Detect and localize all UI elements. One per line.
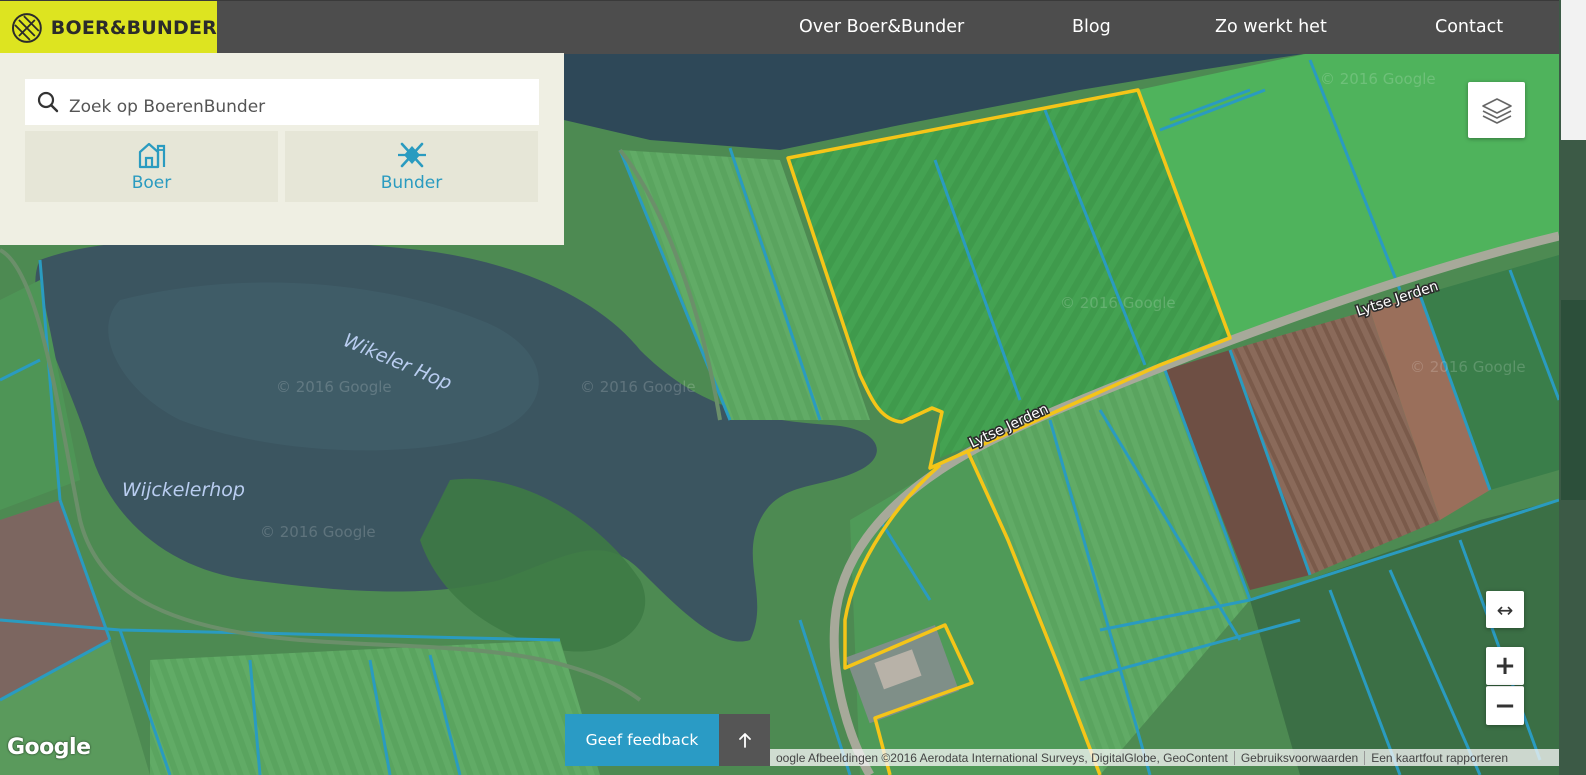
boer-button[interactable]: Boer (25, 131, 278, 202)
layers-button[interactable] (1468, 82, 1525, 138)
attribution-text: oogle Afbeeldingen ©2016 Aerodata Intern… (776, 750, 1228, 765)
search-input[interactable] (67, 86, 531, 118)
search-icon (37, 91, 59, 113)
logo-icon (11, 12, 42, 43)
lake-label-wijckelerhop: Wijckelerhop (122, 479, 245, 501)
window-edge (1559, 0, 1586, 775)
field-bottom (150, 640, 600, 775)
zoom-in-button[interactable]: + (1486, 647, 1524, 685)
map-watermark: © 2016 Google (1410, 358, 1526, 376)
report-map-error-link[interactable]: Een kaartfout rapporteren (1365, 751, 1514, 765)
nav-contact[interactable]: Contact (1435, 17, 1503, 37)
arrow-up-icon (738, 733, 751, 748)
bunder-button[interactable]: Bunder (285, 131, 538, 202)
scroll-to-top-button[interactable] (719, 714, 770, 766)
google-logo[interactable]: Google (7, 735, 91, 760)
nav-blog[interactable]: Blog (1072, 17, 1111, 37)
logo-text: BOER&BUNDER (50, 16, 217, 39)
logo[interactable]: BOER&BUNDER (0, 1, 217, 54)
farm-house-icon (138, 142, 165, 169)
map-watermark: © 2016 Google (580, 378, 696, 396)
nav-over-boer-bunder[interactable]: Over Boer&Bunder (799, 17, 964, 37)
map-watermark: © 2016 Google (1320, 70, 1436, 88)
bunder-label: Bunder (380, 173, 443, 193)
map-attribution: oogle Afbeeldingen ©2016 Aerodata Intern… (770, 749, 1559, 766)
search-panel: Boer Bunder (0, 53, 564, 245)
site-header: BOER&BUNDER Over Boer&Bunder Blog Zo wer… (0, 0, 1559, 54)
zoom-out-button[interactable]: − (1486, 686, 1524, 725)
boer-label: Boer (131, 173, 172, 193)
map-watermark: © 2016 Google (1060, 294, 1176, 312)
layers-icon (1481, 98, 1512, 124)
expand-map-button[interactable]: ↔ (1486, 591, 1524, 628)
feedback-button[interactable]: Geef feedback (565, 714, 719, 766)
terms-link[interactable]: Gebruiksvoorwaarden (1235, 751, 1364, 765)
nav-zo-werkt-het[interactable]: Zo werkt het (1215, 17, 1327, 37)
map-watermark: © 2016 Google (276, 378, 392, 396)
field-marker-icon (397, 142, 426, 168)
search-box[interactable] (25, 79, 539, 125)
map-watermark: © 2016 Google (260, 523, 376, 541)
